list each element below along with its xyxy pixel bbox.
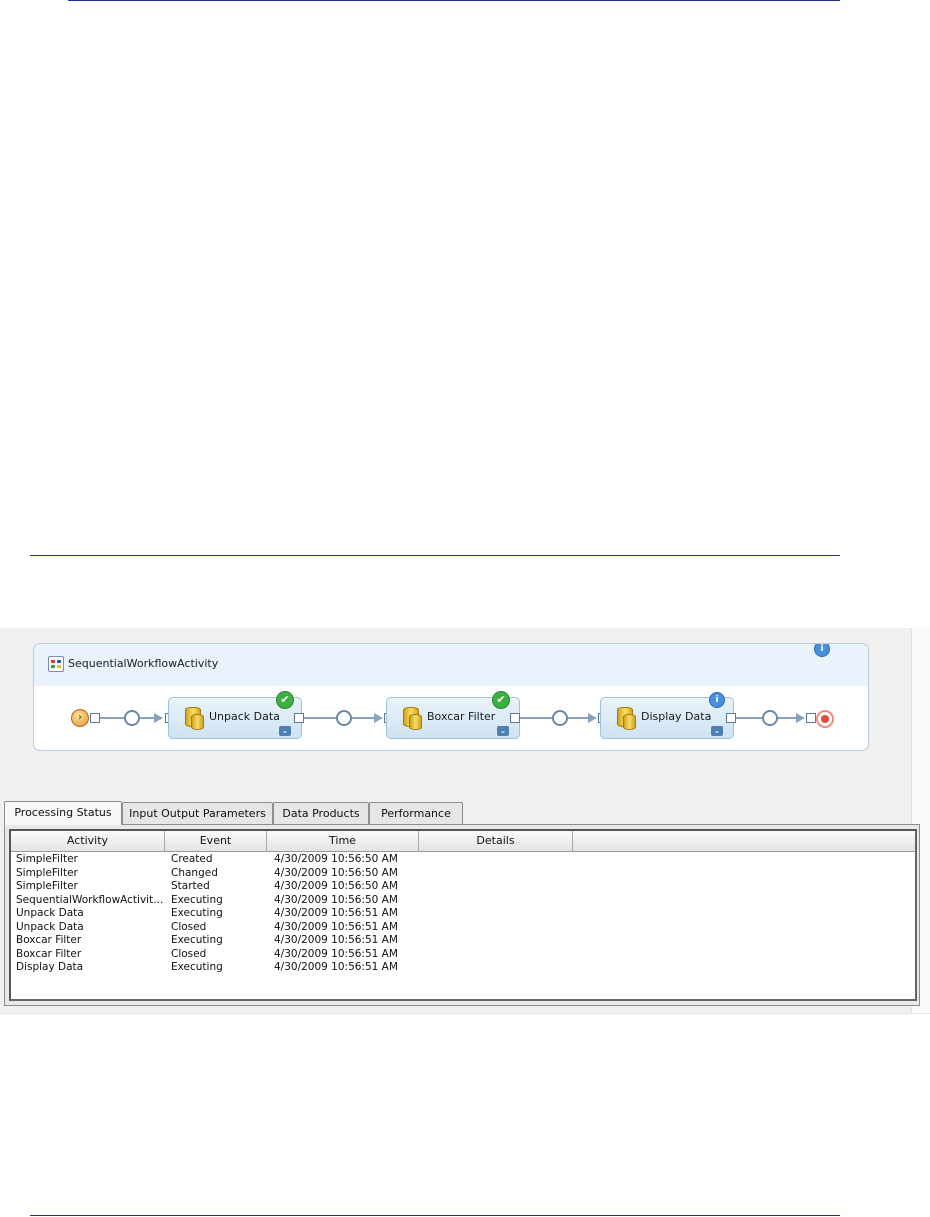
workflow-icon bbox=[48, 656, 64, 672]
cell-time: 4/30/2009 10:56:51 AM bbox=[274, 934, 398, 946]
table-header: Activity Event Time Details bbox=[11, 831, 915, 852]
top-rule bbox=[68, 0, 840, 1]
connection-point[interactable] bbox=[762, 710, 778, 726]
cell-activity: Boxcar Filter bbox=[16, 947, 82, 960]
connector-line bbox=[100, 717, 124, 719]
start-icon[interactable]: › bbox=[71, 709, 89, 727]
cell-time: 4/30/2009 10:56:51 AM bbox=[274, 947, 398, 960]
cell-event: Started bbox=[171, 880, 210, 892]
cell-time: 4/30/2009 10:56:50 AM bbox=[274, 866, 398, 879]
cell-activity: Unpack Data bbox=[16, 907, 84, 919]
table-row[interactable]: Display Data Executing 4/30/2009 10:56:51 … bbox=[11, 961, 915, 975]
cell-event: Created bbox=[171, 853, 213, 865]
connector-line bbox=[352, 717, 374, 719]
cell-time: 4/30/2009 10:56:51 AM bbox=[274, 961, 398, 973]
activity-label: Boxcar Filter bbox=[427, 710, 496, 723]
end-icon[interactable] bbox=[816, 710, 834, 728]
tab-performance[interactable]: Performance bbox=[369, 802, 463, 824]
processing-status-panel: Activity Event Time Details SimpleFilter… bbox=[4, 824, 920, 1006]
tab-processing-status[interactable]: Processing Status bbox=[4, 801, 122, 825]
arrow-icon bbox=[588, 713, 597, 723]
chevron-down-icon[interactable]: ⌄ bbox=[497, 726, 509, 736]
database-icon bbox=[185, 707, 204, 730]
arrow-icon bbox=[796, 713, 805, 723]
connector-line bbox=[304, 717, 336, 719]
info-icon: i bbox=[709, 692, 725, 708]
connection-point[interactable] bbox=[336, 710, 352, 726]
output-port[interactable] bbox=[90, 713, 100, 723]
column-header-details[interactable]: Details bbox=[419, 831, 573, 851]
activity-label: Unpack Data bbox=[209, 710, 280, 723]
check-icon: ✔ bbox=[492, 691, 510, 709]
cell-activity: SimpleFilter bbox=[16, 880, 78, 892]
table-row[interactable]: Unpack Data Executing 4/30/2009 10:56:51 A… bbox=[11, 907, 915, 921]
cell-activity: SimpleFilter bbox=[16, 866, 78, 879]
table-row[interactable]: SimpleFilter Created 4/30/2009 10:56:50 AM bbox=[11, 853, 915, 867]
arrow-icon bbox=[154, 713, 163, 723]
table-row[interactable]: Boxcar Filter Executing 4/30/2009 10:56:51… bbox=[11, 934, 915, 948]
tab-data-products[interactable]: Data Products bbox=[273, 802, 369, 824]
cell-activity: Unpack Data bbox=[16, 920, 84, 933]
cell-time: 4/30/2009 10:56:50 AM bbox=[274, 880, 398, 892]
connector-line bbox=[778, 717, 796, 719]
cell-time: 4/30/2009 10:56:50 AM bbox=[274, 853, 398, 865]
table-row[interactable]: SequentialWorkflowActivit... Executing 4/3… bbox=[11, 894, 915, 908]
input-port[interactable] bbox=[806, 713, 816, 723]
workflow-title: SequentialWorkflowActivity bbox=[68, 657, 219, 670]
check-icon: ✔ bbox=[276, 691, 294, 709]
cell-activity: SequentialWorkflowActivit... bbox=[16, 893, 164, 906]
connector-line bbox=[140, 717, 154, 719]
cell-event: Changed bbox=[171, 866, 218, 879]
workflow-designer[interactable]: SequentialWorkflowActivity i › Unpack Da… bbox=[33, 643, 869, 751]
connector-line bbox=[736, 717, 762, 719]
column-header-event[interactable]: Event bbox=[165, 831, 267, 851]
database-icon bbox=[617, 707, 636, 730]
output-port[interactable] bbox=[726, 713, 736, 723]
cell-event: Executing bbox=[171, 961, 223, 973]
database-icon bbox=[403, 707, 422, 730]
output-port[interactable] bbox=[294, 713, 304, 723]
cell-time: 4/30/2009 10:56:50 AM bbox=[274, 893, 398, 906]
activity-label: Display Data bbox=[641, 710, 712, 723]
cell-activity: SimpleFilter bbox=[16, 853, 78, 865]
chevron-down-icon[interactable]: ⌄ bbox=[279, 726, 291, 736]
output-port[interactable] bbox=[510, 713, 520, 723]
cell-event: Closed bbox=[171, 920, 207, 933]
connector-line bbox=[520, 717, 552, 719]
tab-input-output-parameters[interactable]: Input Output Parameters bbox=[122, 802, 273, 824]
cell-event: Executing bbox=[171, 893, 223, 906]
cell-event: Closed bbox=[171, 947, 207, 960]
cell-event: Executing bbox=[171, 934, 223, 946]
cell-time: 4/30/2009 10:56:51 AM bbox=[274, 907, 398, 919]
table-row[interactable]: SimpleFilter Started 4/30/2009 10:56:50 AM bbox=[11, 880, 915, 894]
cell-activity: Display Data bbox=[16, 961, 84, 973]
connection-point[interactable] bbox=[552, 710, 568, 726]
connector-line bbox=[568, 717, 588, 719]
cell-event: Executing bbox=[171, 907, 223, 919]
arrow-icon bbox=[374, 713, 383, 723]
column-header-activity[interactable]: Activity bbox=[11, 831, 165, 851]
application-screenshot: SequentialWorkflowActivity i › Unpack Da… bbox=[0, 628, 930, 1014]
processing-status-list[interactable]: Activity Event Time Details SimpleFilter… bbox=[9, 829, 917, 1001]
table-row[interactable]: Unpack Data Closed 4/30/2009 10:56:51 AM bbox=[11, 921, 915, 935]
chevron-down-icon[interactable]: ⌄ bbox=[711, 726, 723, 736]
table-row[interactable]: SimpleFilter Changed 4/30/2009 10:56:50 AM bbox=[11, 867, 915, 881]
cell-activity: Boxcar Filter bbox=[16, 934, 82, 946]
middle-rule bbox=[30, 555, 840, 556]
bottom-rule bbox=[30, 1215, 840, 1216]
table-row[interactable]: Boxcar Filter Closed 4/30/2009 10:56:51 AM bbox=[11, 948, 915, 962]
cell-time: 4/30/2009 10:56:51 AM bbox=[274, 920, 398, 933]
table-body: SimpleFilter Created 4/30/2009 10:56:50 AM… bbox=[11, 853, 915, 975]
connection-point[interactable] bbox=[124, 710, 140, 726]
column-header-time[interactable]: Time bbox=[267, 831, 419, 851]
